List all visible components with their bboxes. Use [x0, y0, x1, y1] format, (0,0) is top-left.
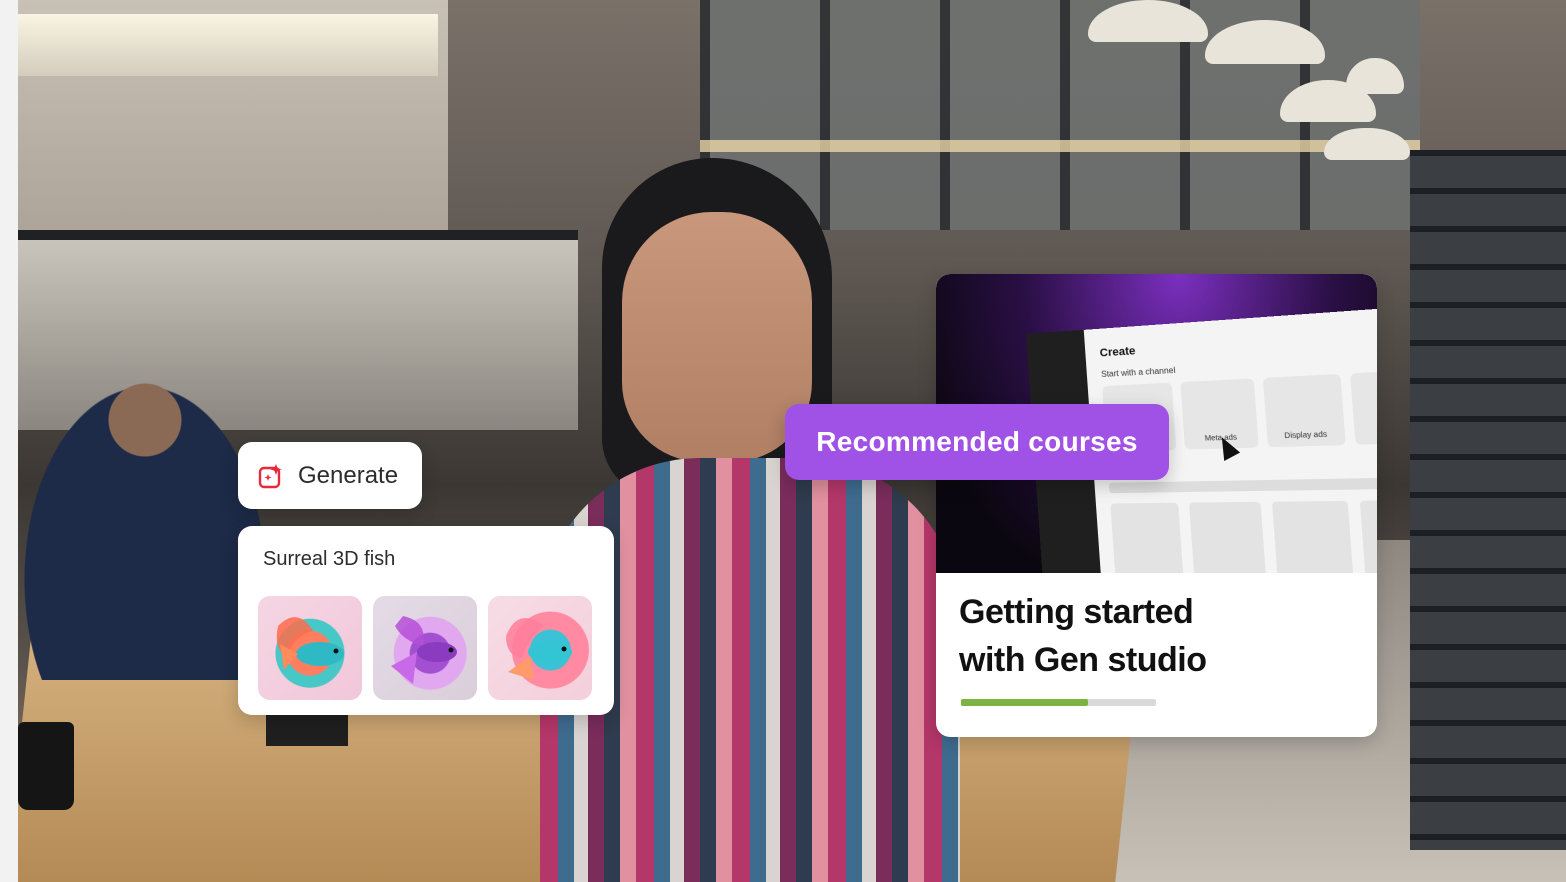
generate-button[interactable]: Generate [238, 442, 422, 509]
ceiling-light [18, 14, 438, 76]
recommended-courses-label: Recommended courses [816, 426, 1138, 457]
course-title-line-2: with Gen studio [959, 641, 1207, 679]
course-title-line-1: Getting started [959, 593, 1194, 631]
recommended-courses-badge: Recommended courses [785, 404, 1169, 480]
sparkle-image-icon [258, 463, 282, 488]
app-subheading: Start with a channel [1100, 365, 1176, 380]
coffee-cup [18, 722, 74, 810]
staircase [1410, 150, 1566, 850]
course-card[interactable]: Create Start with a channel Meta ads Dis… [936, 274, 1377, 737]
page-edge [0, 0, 18, 882]
woman-face [622, 212, 812, 462]
fish-thumbnail-1[interactable] [258, 596, 362, 700]
fish-thumbnail-3[interactable] [488, 596, 592, 700]
prompt-result-card: Surreal 3D fish [238, 526, 614, 715]
fish-image-icon [506, 618, 572, 680]
fish-image-icon [391, 616, 457, 684]
app-tile-label: Display ads [1284, 431, 1328, 441]
app-tile [1350, 369, 1377, 445]
fish-thumbnail-2[interactable] [373, 596, 477, 700]
fish-image-icon [276, 617, 344, 670]
seated-man [20, 380, 270, 680]
course-title: Getting started with Gen studio [959, 588, 1359, 684]
background-light-row [700, 140, 1420, 152]
app-heading: Create [1099, 344, 1136, 360]
app-template [1359, 499, 1377, 573]
app-template [1110, 502, 1185, 573]
generate-label: Generate [298, 461, 399, 489]
app-template [1188, 501, 1267, 573]
app-template [1271, 500, 1355, 573]
app-tile-display: Display ads [1262, 373, 1346, 448]
course-progress-fill [961, 699, 1088, 706]
course-progress-bar [961, 699, 1156, 706]
prompt-text: Surreal 3D fish [263, 548, 396, 570]
smiling-woman [540, 158, 960, 882]
